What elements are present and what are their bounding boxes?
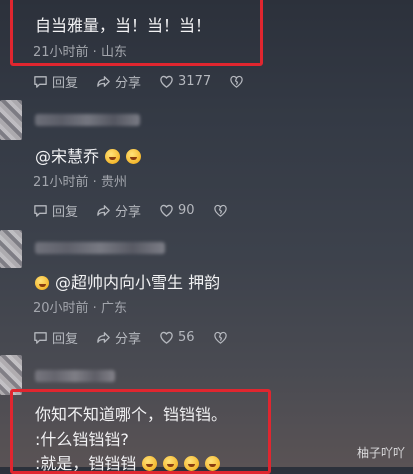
share-icon xyxy=(97,205,110,216)
avatar[interactable] xyxy=(0,100,22,140)
avatar[interactable] xyxy=(0,230,22,268)
share-button[interactable]: 分享 xyxy=(96,201,141,220)
dislike-button[interactable] xyxy=(213,330,228,345)
watermark: 柚子吖吖 xyxy=(356,446,405,460)
like-button[interactable]: 56 xyxy=(159,330,195,345)
reply-icon xyxy=(34,332,47,344)
share-label: 分享 xyxy=(115,205,142,220)
laughing-emoji xyxy=(142,456,158,471)
laughing-emoji xyxy=(126,149,142,164)
reply-button[interactable]: 回复 xyxy=(33,201,78,220)
heart-icon xyxy=(160,331,173,344)
share-icon xyxy=(97,332,110,343)
laughing-emoji xyxy=(35,276,49,290)
comment-actions: 回复 分享 56 xyxy=(33,328,246,347)
comment-meta: 21小时前 · 贵州 xyxy=(33,175,127,190)
reply-label: 回复 xyxy=(52,205,79,220)
share-button[interactable]: 分享 xyxy=(96,328,141,347)
reply-button[interactable]: 回复 xyxy=(33,328,78,347)
username-blurred[interactable] xyxy=(35,242,165,254)
comment-text: 自当雅量，当！当！当！ xyxy=(35,16,212,35)
share-button[interactable]: 分享 xyxy=(96,72,141,91)
laughing-emoji xyxy=(184,456,200,471)
dislike-button[interactable] xyxy=(213,203,228,218)
share-label: 分享 xyxy=(115,76,142,91)
laughing-emoji xyxy=(163,456,179,471)
comment-line: :什么铛铛铛? xyxy=(35,430,129,449)
heart-icon xyxy=(160,204,173,217)
like-count: 90 xyxy=(178,203,195,218)
like-count: 56 xyxy=(178,330,195,345)
comment-line: :就是，铛铛铛 xyxy=(35,450,221,474)
laughing-emoji xyxy=(105,149,121,164)
username-blurred[interactable] xyxy=(35,114,140,126)
dislike-button[interactable] xyxy=(229,74,244,89)
comment-actions: 回复 分享 90 xyxy=(33,201,246,220)
comment-actions: 回复 分享 3177 xyxy=(33,72,262,91)
comment-meta: 21小时前 · 山东 xyxy=(33,45,127,60)
laughing-emoji xyxy=(205,456,221,471)
heart-icon xyxy=(160,75,173,88)
broken-heart-icon xyxy=(213,331,227,344)
comment-text: @宋慧乔 xyxy=(35,143,142,167)
broken-heart-icon xyxy=(213,204,227,217)
reply-icon xyxy=(34,76,47,88)
share-label: 分享 xyxy=(115,332,142,347)
share-icon xyxy=(97,76,110,87)
comment-text: @超帅内向小雪生 押韵 xyxy=(35,269,220,293)
broken-heart-icon xyxy=(230,75,243,88)
like-button[interactable]: 90 xyxy=(159,203,195,218)
reply-label: 回复 xyxy=(52,76,79,91)
username-blurred[interactable] xyxy=(35,370,115,382)
comment-line: 你知不知道哪个，铛铛铛。 xyxy=(35,405,228,424)
reply-icon xyxy=(34,205,47,217)
like-count: 3177 xyxy=(178,74,212,89)
reply-button[interactable]: 回复 xyxy=(33,72,78,91)
like-button[interactable]: 3177 xyxy=(159,74,211,89)
comment-meta: 20小时前 · 广东 xyxy=(33,301,127,316)
reply-label: 回复 xyxy=(52,332,79,347)
